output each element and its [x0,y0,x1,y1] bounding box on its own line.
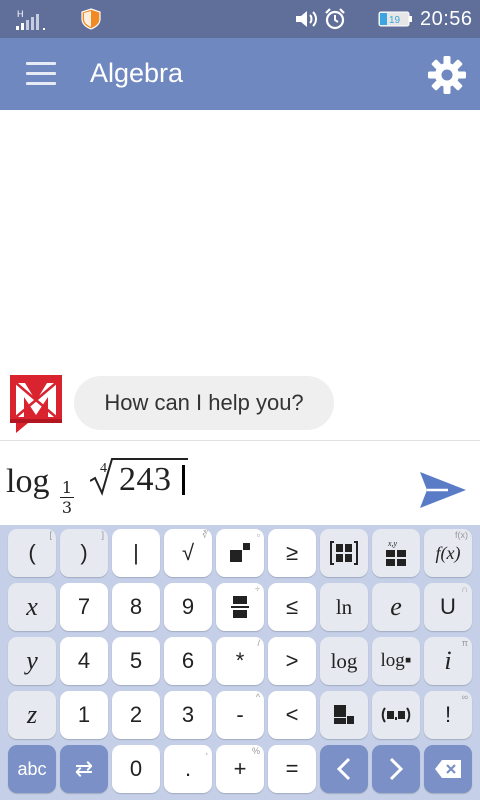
key-ln[interactable]: ln [320,583,368,631]
pair-icon [381,707,411,723]
app-root: H 19 20:56 Algebra How can I help you? l… [0,0,480,800]
key-abs[interactable]: | [112,529,160,577]
key-e[interactable]: e [372,583,420,631]
chevron-left-icon [336,757,351,781]
chat-area: How can I help you? [0,110,480,440]
key-0[interactable]: 0 [112,745,160,793]
svg-text:x,y: x,y [387,539,398,548]
key-greater[interactable]: > [268,637,316,685]
clock-time: 20:56 [420,8,473,30]
app-bar: Algebra [0,38,480,110]
key-system-equations[interactable]: x,y [372,529,420,577]
math-keyboard: [( ]) | ∛ √ ▫ ≥ x,y f(x) f(x) x 7 8 9 ÷ ≤ … [0,525,480,800]
radicand: 243 [119,461,172,498]
key-backspace[interactable] [424,745,472,793]
subscript-icon [334,705,354,724]
key-swap[interactable]: ⇄ [60,745,108,793]
key-log[interactable]: log [320,637,368,685]
status-bar: H 19 20:56 [0,0,480,38]
power-icon [230,543,250,562]
key-cursor-right[interactable] [372,745,420,793]
battery-icon: 19 [378,11,412,27]
matrix-icon [330,541,358,565]
log-function: log [6,463,50,500]
fraction-icon [231,596,249,618]
key-geq[interactable]: ≥ [268,529,316,577]
key-plus[interactable]: % + [216,745,264,793]
base-denominator: 3 [61,498,73,517]
key-multiply[interactable]: / * [216,637,264,685]
key-6[interactable]: 6 [164,637,212,685]
menu-icon[interactable] [26,62,56,86]
key-7[interactable]: 7 [60,583,108,631]
key-minus[interactable]: ^ - [216,691,264,739]
key-fraction[interactable]: ÷ [216,583,264,631]
key-abc[interactable]: abc [8,745,56,793]
key-factorial[interactable]: ∞! [424,691,472,739]
key-open-paren[interactable]: [( [8,529,56,577]
page-title: Algebra [90,58,184,88]
key-3[interactable]: 3 [164,691,212,739]
base-numerator: 1 [61,478,73,497]
key-function[interactable]: f(x) f(x) [424,529,472,577]
key-leq[interactable]: ≤ [268,583,316,631]
key-8[interactable]: 8 [112,583,160,631]
bot-message-bubble: How can I help you? [74,376,334,430]
backspace-icon [435,760,461,778]
svg-text:19: 19 [389,15,401,26]
mathway-logo-icon [10,375,62,433]
svg-text:H: H [17,9,24,19]
key-close-paren[interactable]: ]) [60,529,108,577]
key-union[interactable]: ∩ U [424,583,472,631]
key-pair[interactable] [372,691,420,739]
signal-icon: H [16,9,45,30]
gear-icon[interactable] [427,55,467,95]
system-icon: x,y [386,539,406,566]
input-row: log 1 3 4 243 [0,441,480,525]
key-2[interactable]: 2 [112,691,160,739]
key-9[interactable]: 9 [164,583,212,631]
text-cursor [182,465,185,495]
key-subscript[interactable] [320,691,368,739]
key-x[interactable]: x [8,583,56,631]
key-log-base[interactable]: log▪ [372,637,420,685]
chevron-right-icon [389,757,404,781]
key-z[interactable]: z [8,691,56,739]
key-4[interactable]: 4 [60,637,108,685]
key-decimal[interactable]: ,. [164,745,212,793]
key-sqrt[interactable]: ∛ √ [164,529,212,577]
key-matrix[interactable] [320,529,368,577]
root-index: 4 [100,461,107,476]
shield-icon [81,8,101,30]
log-base-fraction: 1 3 [60,479,74,516]
key-y[interactable]: y [8,637,56,685]
send-button[interactable] [418,469,468,511]
key-i[interactable]: πi [424,637,472,685]
volume-icon [296,11,317,27]
key-5[interactable]: 5 [112,637,160,685]
key-equals[interactable]: = [268,745,316,793]
key-cursor-left[interactable] [320,745,368,793]
key-power[interactable]: ▫ [216,529,264,577]
key-less[interactable]: < [268,691,316,739]
alarm-icon [325,8,345,30]
key-1[interactable]: 1 [60,691,108,739]
